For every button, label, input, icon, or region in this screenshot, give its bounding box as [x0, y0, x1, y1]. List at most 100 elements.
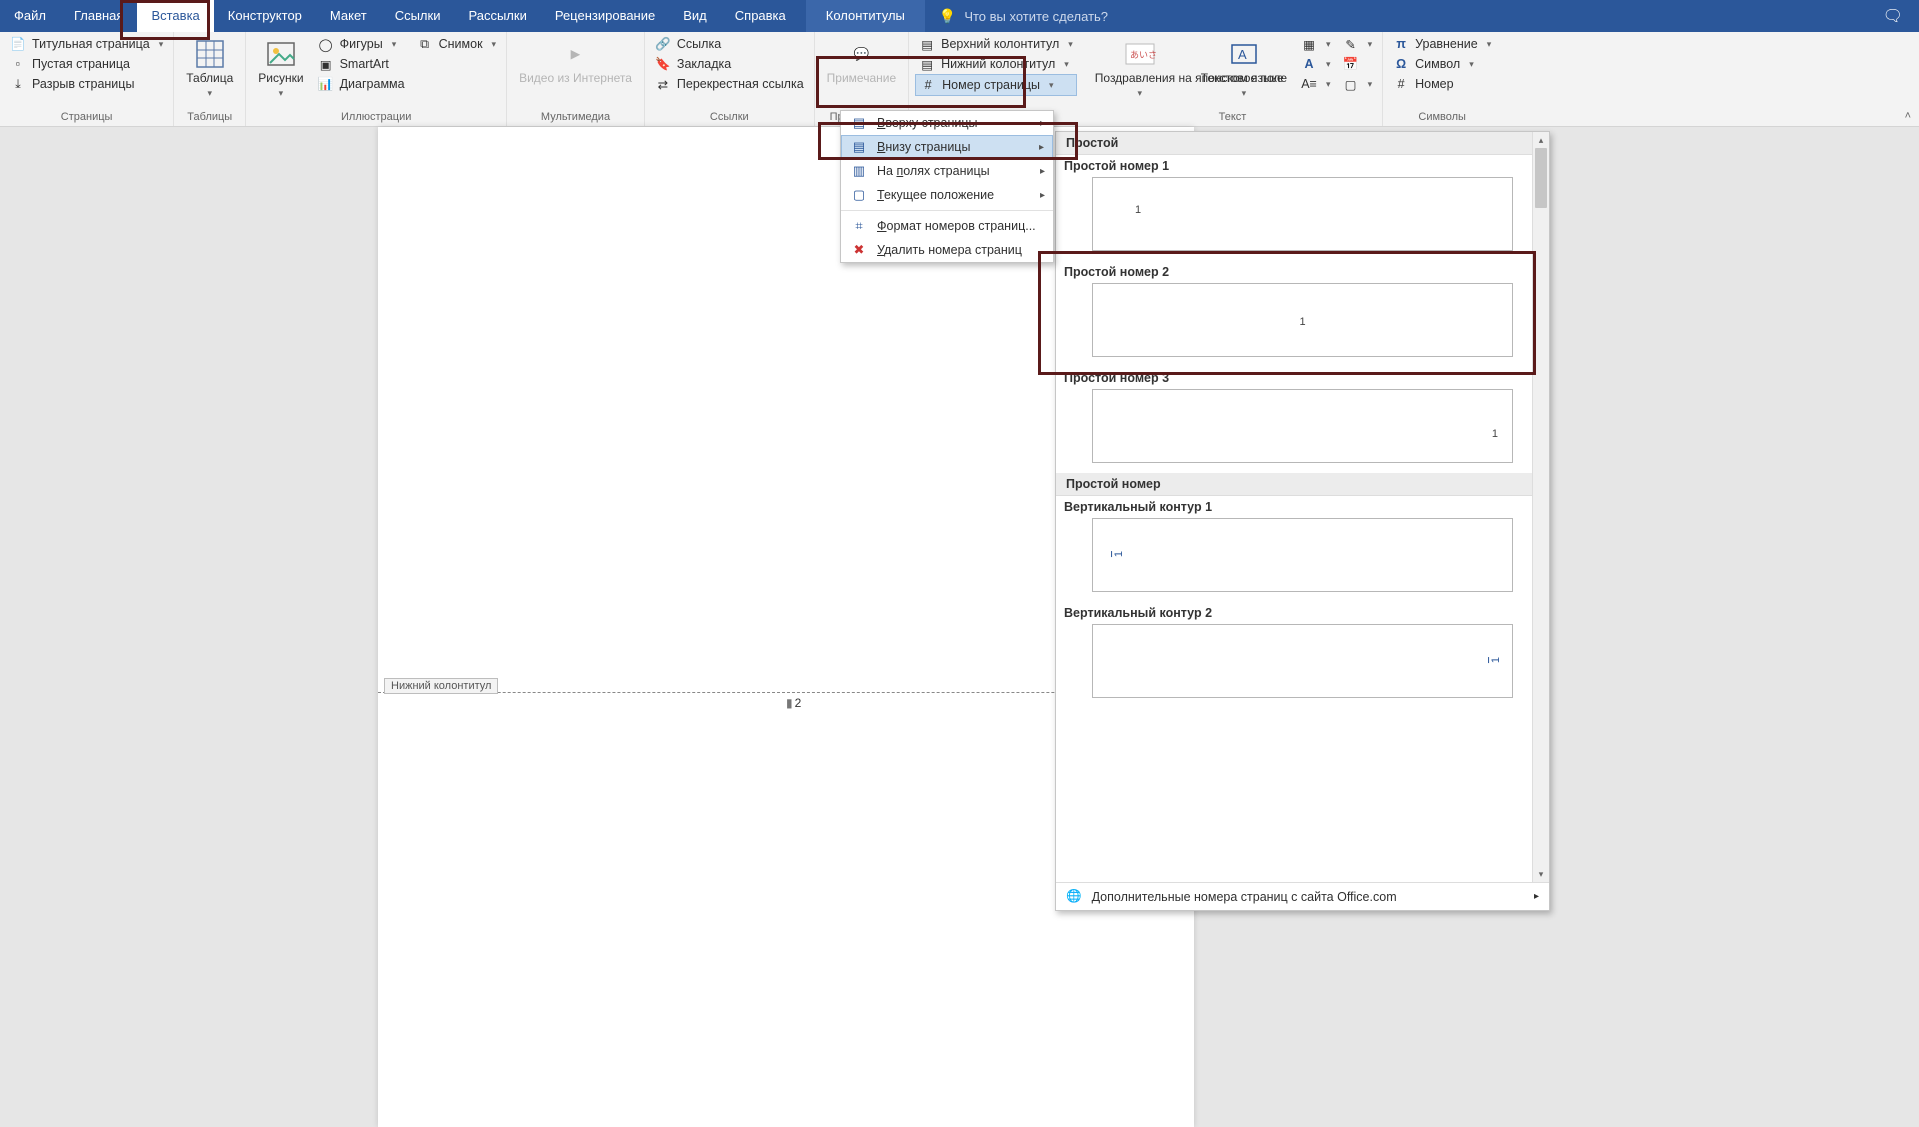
tab-layout[interactable]: Макет: [316, 0, 381, 32]
footer-button[interactable]: ▤Нижний колонтитул: [915, 54, 1077, 74]
scroll-up-button[interactable]: ▴: [1533, 132, 1549, 148]
pictures-button[interactable]: Рисунки ▾: [252, 34, 309, 102]
wordart-button[interactable]: A: [1297, 54, 1335, 74]
greetings-button[interactable]: あいさつ Поздравления на японском языке ▾: [1089, 34, 1191, 102]
shapes-button[interactable]: ◯Фигуры: [314, 34, 409, 54]
new-comment-button: 💬 Примечание: [821, 34, 902, 90]
lightbulb-icon: 💡: [939, 8, 956, 25]
hyperlink-button[interactable]: 🔗Ссылка: [651, 34, 808, 54]
gallery-item-vertical-1[interactable]: 1: [1092, 518, 1513, 592]
gallery-item-label: Простой номер 1: [1056, 155, 1549, 175]
bookmark-icon: 🔖: [655, 56, 671, 72]
submenu-arrow-icon: ▸: [1040, 190, 1045, 201]
ribbon-group-illustrations: Рисунки ▾ ◯Фигуры ▣SmartArt 📊Диаграмма ⧉…: [246, 32, 507, 126]
tab-file[interactable]: Файл: [0, 0, 60, 32]
blank-page-button[interactable]: ▫Пустая страница: [6, 54, 167, 74]
date-time-button[interactable]: 📅: [1339, 54, 1377, 74]
page-margins-icon: ▥: [851, 163, 867, 179]
scrollbar-thumb[interactable]: [1535, 148, 1547, 208]
signature-line-button[interactable]: ✎: [1339, 34, 1377, 54]
gallery-section-plain: Простой номер: [1056, 473, 1549, 496]
symbol-button[interactable]: ΩСимвол: [1389, 54, 1495, 74]
text-box-button[interactable]: A Текстовое поле ▾: [1195, 34, 1293, 102]
remove-icon: ✖: [851, 242, 867, 258]
chart-icon: 📊: [318, 76, 334, 92]
tell-me-search[interactable]: 💡 Что вы хотите сделать?: [925, 8, 1122, 25]
smartart-icon: ▣: [318, 56, 334, 72]
ribbon-group-tables: Таблица ▾ Таблицы: [174, 32, 246, 126]
page-number-format-item[interactable]: ⌗ Формат номеров страниц...: [841, 214, 1053, 238]
greetings-icon: あいさつ: [1124, 38, 1156, 70]
more-from-office-item[interactable]: 🌐 Дополнительные номера страниц с сайта …: [1056, 883, 1549, 910]
smartart-button[interactable]: ▣SmartArt: [314, 54, 409, 74]
page-break-button[interactable]: ⤓Разрыв страницы: [6, 74, 167, 94]
ribbon-group-symbols: πУравнение ΩСимвол #Номер Символы: [1383, 32, 1501, 126]
page-number-top-item[interactable]: ▤ Вверху страницы ▸: [841, 111, 1053, 135]
submenu-arrow-icon: ▸: [1040, 166, 1045, 177]
gallery-item-vertical-2[interactable]: 1: [1092, 624, 1513, 698]
gallery-item-label: Вертикальный контур 2: [1056, 602, 1549, 622]
chart-button[interactable]: 📊Диаграмма: [314, 74, 409, 94]
page-bottom-icon: ▤: [851, 139, 867, 155]
shapes-icon: ◯: [318, 36, 334, 52]
gallery-item-simple-1[interactable]: 1: [1092, 177, 1513, 251]
footer-icon: ▤: [919, 56, 935, 72]
current-position-icon: ▢: [851, 187, 867, 203]
tab-view[interactable]: Вид: [669, 0, 721, 32]
gallery-section-simple: Простой: [1056, 132, 1549, 155]
ribbon-group-label: Страницы: [6, 109, 167, 126]
page-top-icon: ▤: [851, 115, 867, 131]
ribbon-group-media: ▶ Видео из Интернета Мультимедиа: [507, 32, 645, 126]
ribbon-group-text: あいさつ Поздравления на японском языке ▾ A …: [1083, 32, 1383, 126]
tab-mailings[interactable]: Рассылки: [454, 0, 540, 32]
submenu-arrow-icon: ▸: [1040, 118, 1045, 129]
bookmark-button[interactable]: 🔖Закладка: [651, 54, 808, 74]
tab-header-footer-tools[interactable]: Колонтитулы: [806, 0, 925, 32]
collapse-ribbon-button[interactable]: ˄: [1905, 110, 1911, 122]
page-number-bottom-item[interactable]: ▤ Внизу страницы ▸: [841, 135, 1053, 159]
ribbon-group-pages: 📄Титульная страница ▫Пустая страница ⤓Ра…: [0, 32, 174, 126]
page-number-gallery: Простой Простой номер 1 1 Простой номер …: [1055, 131, 1550, 911]
page-number-current-item[interactable]: ▢ Текущее положение ▸: [841, 183, 1053, 207]
equation-button[interactable]: πУравнение: [1389, 34, 1495, 54]
scroll-down-button[interactable]: ▾: [1533, 866, 1549, 882]
submenu-arrow-icon: ▸: [1039, 142, 1044, 153]
page-number-remove-item[interactable]: ✖ Удалить номера страниц: [841, 238, 1053, 262]
quick-parts-button[interactable]: ▦: [1297, 34, 1335, 54]
gallery-item-label: Простой номер 2: [1056, 261, 1549, 281]
table-button[interactable]: Таблица ▾: [180, 34, 239, 102]
object-button[interactable]: ▢: [1339, 74, 1377, 94]
office-icon: 🌐: [1066, 889, 1082, 904]
screenshot-icon: ⧉: [417, 36, 433, 52]
svg-text:あいさつ: あいさつ: [1130, 50, 1156, 60]
cross-reference-button[interactable]: ⇄Перекрестная ссылка: [651, 74, 808, 94]
tab-home[interactable]: Главная: [60, 0, 137, 32]
svg-text:A: A: [1238, 47, 1247, 62]
tab-help[interactable]: Справка: [721, 0, 800, 32]
table-icon: [194, 38, 226, 70]
page-number-icon: #: [920, 77, 936, 93]
gallery-scrollbar[interactable]: ▴ ▾: [1532, 132, 1549, 882]
gallery-item-simple-2[interactable]: 1: [1092, 283, 1513, 357]
cover-page-button[interactable]: 📄Титульная страница: [6, 34, 167, 54]
ribbon-tab-bar: Файл Главная Вставка Конструктор Макет С…: [0, 0, 1919, 32]
gallery-item-simple-3[interactable]: 1: [1092, 389, 1513, 463]
number-button[interactable]: #Номер: [1389, 74, 1495, 94]
header-button[interactable]: ▤Верхний колонтитул: [915, 34, 1077, 54]
video-icon: ▶: [559, 38, 591, 70]
page-number-menu: ▤ Вверху страницы ▸ ▤ Внизу страницы ▸ ▥…: [840, 110, 1054, 263]
page-number-button[interactable]: #Номер страницы: [915, 74, 1077, 96]
footer-page-number[interactable]: ▮2: [786, 696, 801, 710]
page-number-margins-item[interactable]: ▥ На полях страницы ▸: [841, 159, 1053, 183]
drop-cap-button[interactable]: A≡: [1297, 74, 1335, 94]
tell-me-placeholder: Что вы хотите сделать?: [964, 9, 1108, 24]
submenu-arrow-icon: ▸: [1534, 891, 1539, 902]
screenshot-button[interactable]: ⧉Снимок: [413, 34, 500, 54]
tab-insert[interactable]: Вставка: [137, 0, 213, 32]
tab-design[interactable]: Конструктор: [214, 0, 316, 32]
footer-region-label: Нижний колонтитул: [384, 678, 498, 694]
tab-references[interactable]: Ссылки: [381, 0, 455, 32]
tab-review[interactable]: Рецензирование: [541, 0, 669, 32]
comments-pane-icon[interactable]: 🗨: [1867, 6, 1919, 26]
format-icon: ⌗: [851, 218, 867, 234]
